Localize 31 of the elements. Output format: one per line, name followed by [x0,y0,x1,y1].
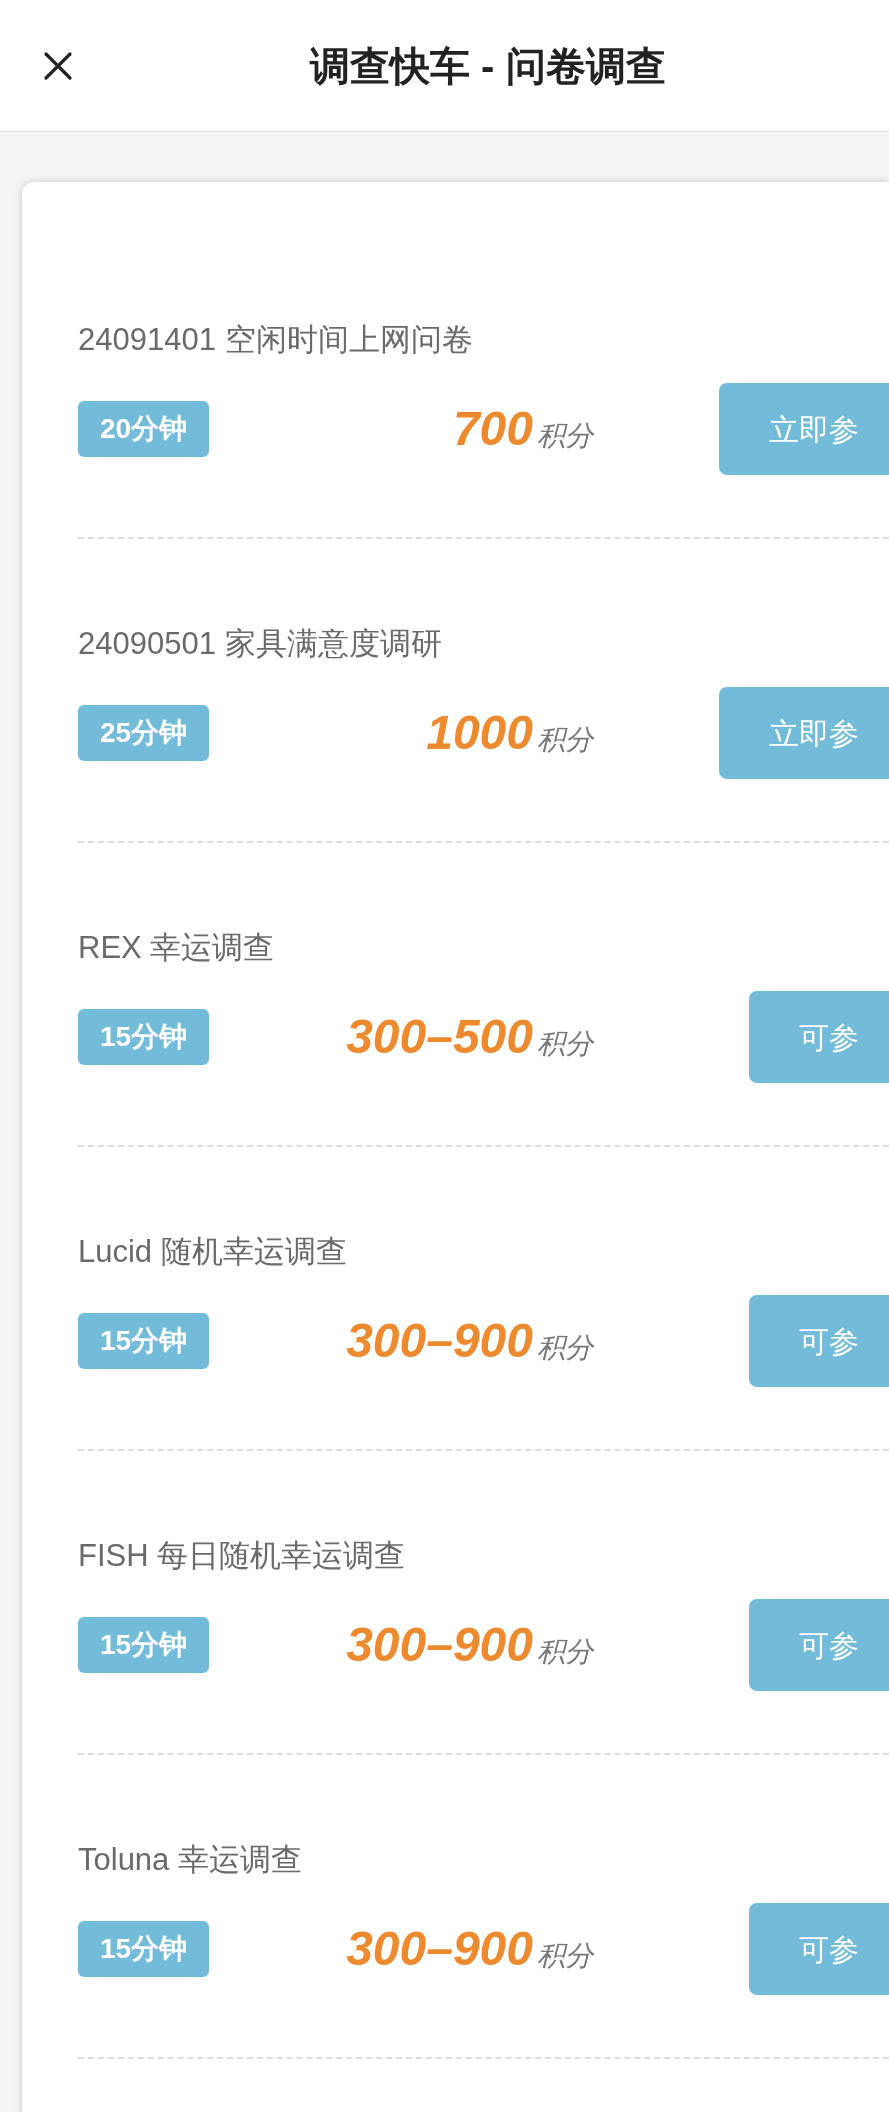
survey-title: FISH 每日随机幸运调查 [78,1537,407,1575]
join-button[interactable]: 可参 [749,1903,889,1995]
join-button[interactable]: 可参 [749,991,889,1083]
join-button[interactable]: 立即参 [719,687,889,779]
survey-title: REX 幸运调查 [78,929,276,967]
points-value: 300–900 [346,1313,533,1369]
join-button[interactable]: 可参 [749,1295,889,1387]
survey-title: Toluna 幸运调查 [78,1841,303,1879]
points-unit: 积分 [537,419,593,453]
join-button[interactable]: 立即参 [719,383,889,475]
duration-badge: 20分钟 [78,401,210,457]
points-value: 300–500 [346,1009,533,1065]
points-unit: 积分 [537,723,593,757]
points-value: 300–900 [346,1617,533,1673]
points-unit: 积分 [537,1027,593,1061]
page-title: 调查快车 - 问卷调查 [310,42,666,90]
duration-badge: 15分钟 [78,1921,210,1977]
points-unit: 积分 [537,1635,593,1669]
survey-title: Lucid 随机幸运调查 [78,1233,348,1271]
points-unit: 积分 [537,1939,593,1973]
points-unit: 积分 [537,1331,593,1365]
points-value: 300–900 [346,1921,533,1977]
points-value: 700 [452,401,533,457]
duration-badge: 25分钟 [78,705,210,761]
duration-badge: 15分钟 [78,1313,210,1369]
points-value: 1000 [426,705,533,761]
join-button[interactable]: 可参 [749,1599,889,1691]
survey-title: 24090501 家具满意度调研 [78,625,443,663]
duration-badge: 15分钟 [78,1617,210,1673]
duration-badge: 15分钟 [78,1009,210,1065]
survey-title: 24091401 空闲时间上网问卷 [78,321,474,359]
